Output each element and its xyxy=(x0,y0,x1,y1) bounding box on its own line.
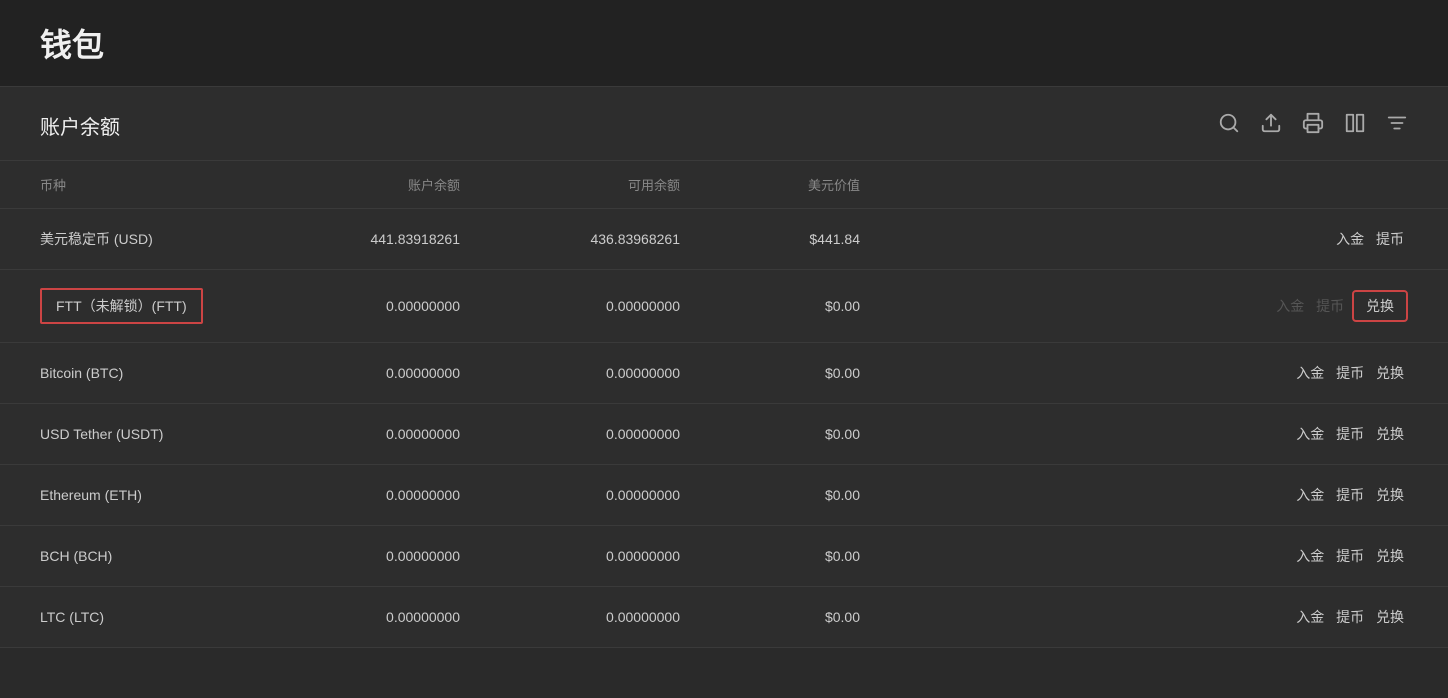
withdraw-button[interactable]: 提币 xyxy=(1332,361,1368,385)
usd-value-cell: $0.00 xyxy=(720,526,900,587)
available-cell: 0.00000000 xyxy=(500,465,720,526)
exchange-button[interactable]: 兑换 xyxy=(1372,544,1408,568)
available-cell: 0.00000000 xyxy=(500,270,720,343)
balance-cell: 0.00000000 xyxy=(280,270,500,343)
usd-value-cell: $0.00 xyxy=(720,270,900,343)
actions-cell: 入金 提币 兑换 xyxy=(900,587,1448,648)
table-row: BCH (BCH)0.000000000.00000000$0.00入金 提币 … xyxy=(0,526,1448,587)
usd-value-cell: $0.00 xyxy=(720,465,900,526)
filter-icon[interactable] xyxy=(1386,112,1408,140)
header-available: 可用余额 xyxy=(500,161,720,209)
table-row: 美元稳定币 (USD)441.83918261436.83968261$441.… xyxy=(0,209,1448,270)
header-currency: 币种 xyxy=(0,161,280,209)
actions-cell: 入金 提币 兑换 xyxy=(900,404,1448,465)
currency-cell: BCH (BCH) xyxy=(0,526,280,587)
exchange-button[interactable]: 兑换 xyxy=(1372,422,1408,446)
available-cell: 0.00000000 xyxy=(500,526,720,587)
currency-cell: Bitcoin (BTC) xyxy=(0,343,280,404)
header-usd: 美元价值 xyxy=(720,161,900,209)
header-balance: 账户余额 xyxy=(280,161,500,209)
balance-cell: 0.00000000 xyxy=(280,404,500,465)
currency-cell: USD Tether (USDT) xyxy=(0,404,280,465)
ftt-currency-label: FTT（未解锁）(FTT) xyxy=(40,288,203,324)
deposit-button[interactable]: 入金 xyxy=(1292,605,1328,629)
balance-cell: 441.83918261 xyxy=(280,209,500,270)
usd-value-cell: $0.00 xyxy=(720,404,900,465)
usd-value-cell: $0.00 xyxy=(720,343,900,404)
currency-cell: 美元稳定币 (USD) xyxy=(0,209,280,270)
deposit-button[interactable]: 入金 xyxy=(1332,227,1368,251)
currency-cell: LTC (LTC) xyxy=(0,587,280,648)
withdraw-button[interactable]: 提币 xyxy=(1332,605,1368,629)
balance-cell: 0.00000000 xyxy=(280,526,500,587)
deposit-button[interactable]: 入金 xyxy=(1292,422,1328,446)
balance-cell: 0.00000000 xyxy=(280,587,500,648)
table-row: FTT（未解锁）(FTT)0.000000000.00000000$0.00入金… xyxy=(0,270,1448,343)
table-header: 币种 账户余额 可用余额 美元价值 xyxy=(0,161,1448,209)
balance-table: 币种 账户余额 可用余额 美元价值 美元稳定币 (USD)441.8391826… xyxy=(0,161,1448,648)
main-content: 账户余额 xyxy=(0,87,1448,648)
section-header: 账户余额 xyxy=(0,87,1448,161)
page-title: 钱包 xyxy=(40,20,1408,66)
table-row: Bitcoin (BTC)0.000000000.00000000$0.00入金… xyxy=(0,343,1448,404)
deposit-button: 入金 xyxy=(1272,294,1308,318)
withdraw-button[interactable]: 提币 xyxy=(1332,544,1368,568)
actions-cell: 入金 提币 兑换 xyxy=(900,270,1448,343)
available-cell: 0.00000000 xyxy=(500,587,720,648)
balance-cell: 0.00000000 xyxy=(280,343,500,404)
download-icon[interactable] xyxy=(1260,112,1282,140)
currency-cell: FTT（未解锁）(FTT) xyxy=(0,270,280,343)
deposit-button[interactable]: 入金 xyxy=(1292,544,1328,568)
table-row: Ethereum (ETH)0.000000000.00000000$0.00入… xyxy=(0,465,1448,526)
exchange-button[interactable]: 兑换 xyxy=(1372,605,1408,629)
section-title: 账户余额 xyxy=(40,111,120,140)
toolbar xyxy=(1218,112,1408,140)
columns-icon[interactable] xyxy=(1344,112,1366,140)
withdraw-button[interactable]: 提币 xyxy=(1332,422,1368,446)
exchange-button[interactable]: 兑换 xyxy=(1372,361,1408,385)
actions-cell: 入金 提币 兑换 xyxy=(900,465,1448,526)
actions-cell: 入金 提币 兑换 xyxy=(900,526,1448,587)
usd-value-cell: $0.00 xyxy=(720,587,900,648)
withdraw-button[interactable]: 提币 xyxy=(1332,483,1368,507)
exchange-button[interactable]: 兑换 xyxy=(1372,483,1408,507)
header-actions xyxy=(900,161,1448,209)
available-cell: 0.00000000 xyxy=(500,404,720,465)
currency-cell: Ethereum (ETH) xyxy=(0,465,280,526)
print-icon[interactable] xyxy=(1302,112,1324,140)
deposit-button[interactable]: 入金 xyxy=(1292,483,1328,507)
actions-cell: 入金 提币 兑换 xyxy=(900,343,1448,404)
table-row: LTC (LTC)0.000000000.00000000$0.00入金 提币 … xyxy=(0,587,1448,648)
exchange-button[interactable]: 兑换 xyxy=(1352,290,1408,322)
usd-value-cell: $441.84 xyxy=(720,209,900,270)
actions-cell: 入金 提币 xyxy=(900,209,1448,270)
deposit-button[interactable]: 入金 xyxy=(1292,361,1328,385)
search-icon[interactable] xyxy=(1218,112,1240,140)
balance-cell: 0.00000000 xyxy=(280,465,500,526)
page-header: 钱包 xyxy=(0,0,1448,87)
withdraw-button[interactable]: 提币 xyxy=(1372,227,1408,251)
table-row: USD Tether (USDT)0.000000000.00000000$0.… xyxy=(0,404,1448,465)
withdraw-button: 提币 xyxy=(1312,294,1348,318)
available-cell: 0.00000000 xyxy=(500,343,720,404)
available-cell: 436.83968261 xyxy=(500,209,720,270)
